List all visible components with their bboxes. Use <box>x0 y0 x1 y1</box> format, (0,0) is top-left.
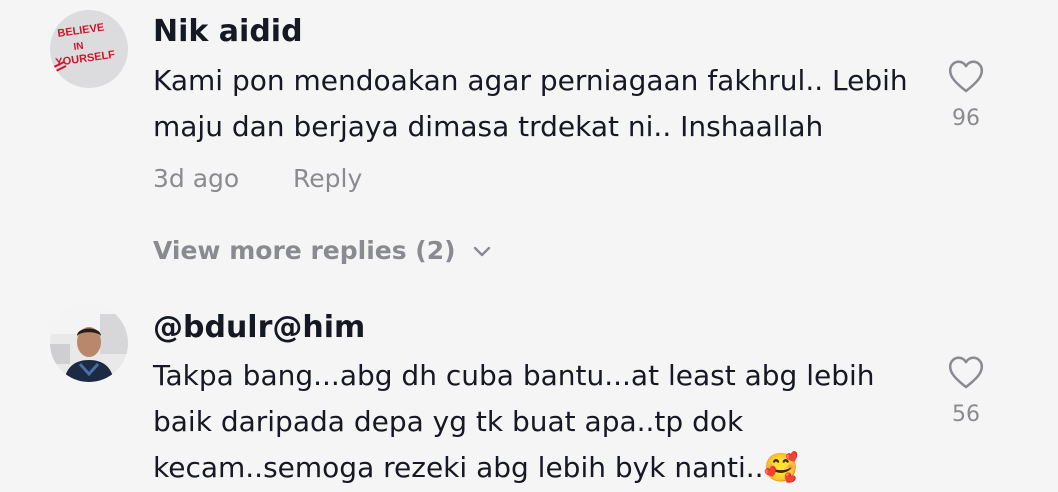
comment-timestamp: 3d ago <box>153 164 240 193</box>
comment-text: Kami pon mendoakan agar perniagaan fakhr… <box>153 64 908 143</box>
comment-item: BELIEVE IN YOURSELF Nik aidid Kami pon m… <box>0 0 1058 290</box>
comment-author[interactable]: Nik aidid <box>153 14 303 49</box>
chevron-down-icon <box>473 246 490 256</box>
avatar[interactable]: BELIEVE IN YOURSELF <box>50 10 128 88</box>
comment-author[interactable]: @bdulr@him <box>153 310 365 345</box>
avatar-image: BELIEVE IN YOURSELF <box>50 10 128 88</box>
comment-meta: 3d ago Reply <box>153 164 362 193</box>
like-control: 96 <box>940 58 992 131</box>
svg-text:IN: IN <box>73 41 84 53</box>
avatar[interactable] <box>50 304 128 382</box>
comment-item: @bdulr@him Takpa bang...abg dh cuba bant… <box>0 300 1058 492</box>
emoji: 🥰 <box>763 451 799 484</box>
comment-text: Takpa bang...abg dh cuba bantu...at leas… <box>153 353 913 491</box>
heart-outline-icon[interactable] <box>947 58 985 94</box>
reply-button[interactable]: Reply <box>293 164 362 193</box>
avatar-image <box>50 304 128 382</box>
view-more-replies-button[interactable]: View more replies (2) <box>153 236 492 265</box>
heart-outline-icon[interactable] <box>947 354 985 390</box>
like-control: 56 <box>940 354 992 427</box>
like-count: 56 <box>952 402 980 427</box>
view-more-replies-label: View more replies (2) <box>153 236 456 265</box>
like-count: 96 <box>952 106 980 131</box>
